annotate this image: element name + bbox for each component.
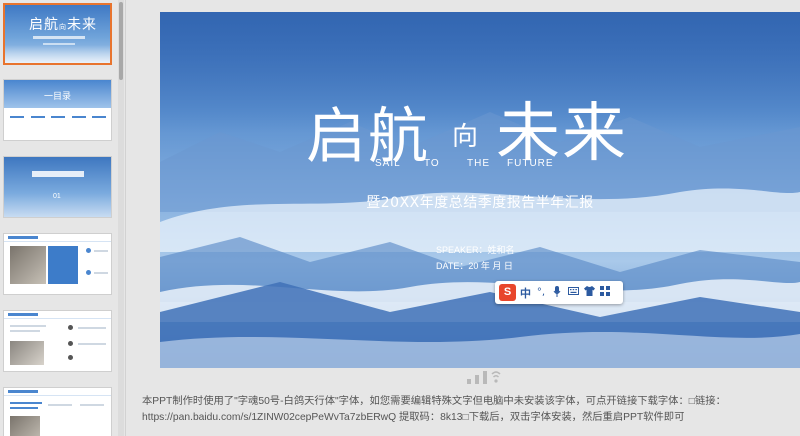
indicator-bar bbox=[475, 375, 479, 384]
toolbox-icon[interactable] bbox=[599, 286, 611, 299]
thumb5-dot bbox=[68, 325, 73, 330]
thumb4-line bbox=[94, 250, 108, 252]
thumb5-line bbox=[78, 343, 106, 345]
thumb2-columns bbox=[10, 116, 106, 128]
speaker-text[interactable]: SPEAKER：姓和名 bbox=[436, 243, 515, 256]
slide-thumbnail-6[interactable] bbox=[3, 387, 112, 436]
thumb4-header bbox=[4, 234, 111, 242]
thumb3-number: 01 bbox=[53, 193, 61, 200]
mountain-cloud-background bbox=[160, 12, 800, 368]
thumb5-line bbox=[10, 325, 46, 327]
thumb6-line bbox=[48, 404, 72, 406]
thumb5-header bbox=[4, 311, 111, 319]
slide-thumbnail-5[interactable] bbox=[3, 310, 112, 372]
title-part-qihang: 启航 bbox=[306, 102, 430, 172]
indicator-bar bbox=[467, 379, 471, 384]
slide-thumbnail-4[interactable] bbox=[3, 233, 112, 295]
thumb5-line bbox=[10, 330, 40, 332]
thumb4-blue-block bbox=[48, 246, 78, 284]
thumb4-photo bbox=[10, 246, 46, 284]
thumb6-line bbox=[80, 404, 104, 406]
slide-thumbnail-pane: 启航向未来 一目录 01 bbox=[0, 0, 126, 436]
thumb5-photo bbox=[10, 341, 44, 365]
thumb5-dot bbox=[68, 355, 73, 360]
thumb5-line bbox=[78, 327, 106, 329]
thumb3-title-bar bbox=[32, 171, 84, 177]
english-word-to: TO bbox=[424, 158, 440, 169]
thumb1-title: 启航向未来 bbox=[29, 17, 97, 33]
english-word-sail: SAIL bbox=[375, 158, 401, 169]
speaker-notes[interactable]: 本PPT制作时使用了"字魂50号-白鸽天行体"字体，如您需要编辑特殊文字但电脑中… bbox=[142, 394, 762, 425]
ime-toolbar[interactable]: S 中 °, bbox=[495, 281, 623, 304]
slide-subtitle[interactable]: 暨20XX年度总结季度报告半年汇报 bbox=[160, 192, 800, 212]
keyboard-icon[interactable] bbox=[567, 287, 579, 298]
punctuation-icon[interactable]: °, bbox=[535, 287, 547, 298]
thumb6-header bbox=[4, 388, 111, 396]
ime-mode-toggle[interactable]: 中 bbox=[520, 285, 531, 301]
slide-thumbnail-1[interactable]: 启航向未来 bbox=[3, 3, 112, 65]
slide-editing-area: 启航 向 未来 SAIL TO THE FUTURE 暨20XX年度总结季度报告… bbox=[127, 0, 800, 436]
indicator-bar bbox=[483, 371, 487, 384]
slide-view-indicator[interactable] bbox=[467, 370, 501, 384]
english-word-the: THE bbox=[467, 158, 490, 169]
english-word-future: FUTURE bbox=[507, 158, 554, 169]
thumb6-line bbox=[10, 402, 42, 404]
thumb4-dot-2 bbox=[86, 270, 91, 275]
date-text[interactable]: DATE：20 年 月 日 bbox=[436, 259, 513, 272]
thumb1-clouds bbox=[5, 45, 110, 63]
thumb2-label: 一目录 bbox=[44, 91, 72, 101]
thumb5-dot bbox=[68, 341, 73, 346]
slide-thumbnail-3[interactable]: 01 bbox=[3, 156, 112, 218]
thumb1-subtitle-bar bbox=[33, 36, 85, 39]
microphone-icon[interactable] bbox=[551, 285, 563, 300]
thumbnail-scrollbar[interactable] bbox=[118, 0, 124, 436]
signal-icon bbox=[491, 371, 501, 383]
skin-icon[interactable] bbox=[583, 286, 595, 299]
current-slide[interactable]: 启航 向 未来 SAIL TO THE FUTURE 暨20XX年度总结季度报告… bbox=[160, 12, 800, 368]
sogou-logo-icon[interactable]: S bbox=[499, 284, 516, 301]
title-part-xiang: 向 bbox=[452, 122, 479, 152]
scrollbar-thumb[interactable] bbox=[119, 2, 123, 80]
thumb6-photo bbox=[10, 416, 40, 436]
slide-thumbnail-2[interactable]: 一目录 bbox=[3, 79, 112, 141]
thumb6-line bbox=[10, 407, 38, 409]
thumb4-dot-1 bbox=[86, 248, 91, 253]
thumb4-line bbox=[94, 272, 108, 274]
